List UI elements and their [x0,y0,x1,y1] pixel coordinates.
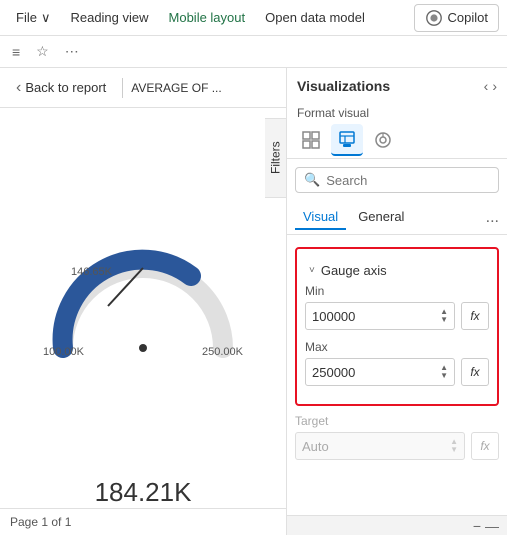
back-to-report-button[interactable]: ‹ Back to report [8,75,114,101]
viz-nav-arrows: ‹ › [484,78,497,94]
gauge-area: 146.65K 100.00K 250.00K 184.21K [0,108,286,508]
min-fx-button[interactable]: fx [461,302,489,330]
format-tabs [287,122,507,159]
format-visual-icon [337,129,357,149]
menu-mobile-layout[interactable]: Mobile layout [161,6,254,29]
max-spinners: ▲ ▼ [440,364,448,380]
left-panel: ‹ Back to report AVERAGE OF ... [0,68,287,535]
viz-header: Visualizations ‹ › [287,68,507,104]
gauge-axis-header[interactable]: ˅ Gauge axis [305,257,489,284]
max-fx-button[interactable]: fx [461,358,489,386]
format-tab-analytics[interactable] [367,124,399,156]
zoom-out-button[interactable]: − [473,518,481,534]
format-visual-label: Format visual [287,104,507,122]
min-spinners: ▲ ▼ [440,308,448,324]
tab-general[interactable]: General [350,205,412,230]
copilot-icon [425,9,443,27]
target-label: Target [295,414,499,428]
min-input[interactable]: 100000 ▲ ▼ [305,302,455,330]
bottom-controls: − — [473,518,499,534]
target-input[interactable]: Auto ▲ ▼ [295,432,465,460]
gauge-value: 184.21K [95,477,192,508]
pin-icon[interactable]: ☆ [32,41,53,62]
copilot-button[interactable]: Copilot [414,4,499,32]
filters-tab[interactable]: Filters [265,118,287,198]
gauge-container: 146.65K 100.00K 250.00K [43,248,243,358]
zoom-line: — [485,518,499,534]
max-down-arrow[interactable]: ▼ [440,372,448,380]
target-spinners: ▲ ▼ [450,438,458,454]
viz-title: Visualizations [297,78,390,94]
max-input-row: 250000 ▲ ▼ fx [305,358,489,386]
main-content: ‹ Back to report AVERAGE OF ... [0,68,507,535]
page-indicator: Page 1 of 1 [0,508,286,535]
max-label: Max [305,340,489,354]
gauge-pointer-label: 146.65K [71,266,112,278]
menu-file[interactable]: File ∨ [8,6,58,30]
tab-more[interactable]: ... [486,209,499,227]
nav-bar: ‹ Back to report AVERAGE OF ... [0,68,286,108]
search-input[interactable] [326,173,490,188]
gauge-svg [43,248,243,358]
gauge-axis-section: ˅ Gauge axis Min 100000 ▲ ▼ [295,247,499,406]
more-icon[interactable]: ⋯ [61,41,83,62]
gauge-min-label: 100.00K [43,346,84,358]
gauge-axis-chevron: ˅ [309,265,315,276]
gauge-axis-label: Gauge axis [321,263,387,278]
target-down-arrow[interactable]: ▼ [450,446,458,454]
grid-icon [301,130,321,150]
viz-next-arrow[interactable]: › [492,78,497,94]
analytics-icon [373,130,393,150]
format-tab-grid[interactable] [295,124,327,156]
format-tab-visual[interactable] [331,124,363,156]
max-input[interactable]: 250000 ▲ ▼ [305,358,455,386]
viz-tabs: Visual General ... [287,201,507,235]
gauge-max-label: 250.00K [202,346,243,358]
max-field-group: Max 250000 ▲ ▼ fx [305,340,489,386]
search-icon: 🔍 [304,172,320,188]
settings-scroll: ˅ Gauge axis Min 100000 ▲ ▼ [287,235,507,515]
min-down-arrow[interactable]: ▼ [440,316,448,324]
menu-bar: File ∨ Reading view Mobile layout Open d… [0,0,507,36]
menu-open-data-model[interactable]: Open data model [257,6,373,29]
min-input-row: 100000 ▲ ▼ fx [305,302,489,330]
viz-prev-arrow[interactable]: ‹ [484,78,489,94]
target-input-row: Auto ▲ ▼ fx [295,432,499,460]
back-chevron-icon: ‹ [16,79,21,97]
report-title: AVERAGE OF ... [131,81,278,95]
hamburger-icon[interactable]: ≡ [8,42,24,62]
min-label: Min [305,284,489,298]
menu-reading-view[interactable]: Reading view [62,6,156,29]
bottom-bar: − — [287,515,507,535]
min-field-group: Min 100000 ▲ ▼ fx [305,284,489,330]
search-box: 🔍 [295,167,499,193]
nav-divider [122,78,123,98]
target-section: Target Auto ▲ ▼ fx [295,414,499,460]
tab-visual[interactable]: Visual [295,205,346,230]
target-fx-button[interactable]: fx [471,432,499,460]
toolbar: ≡ ☆ ⋯ [0,36,507,68]
right-panel: Filters Visualizations ‹ › Format visual [287,68,507,535]
